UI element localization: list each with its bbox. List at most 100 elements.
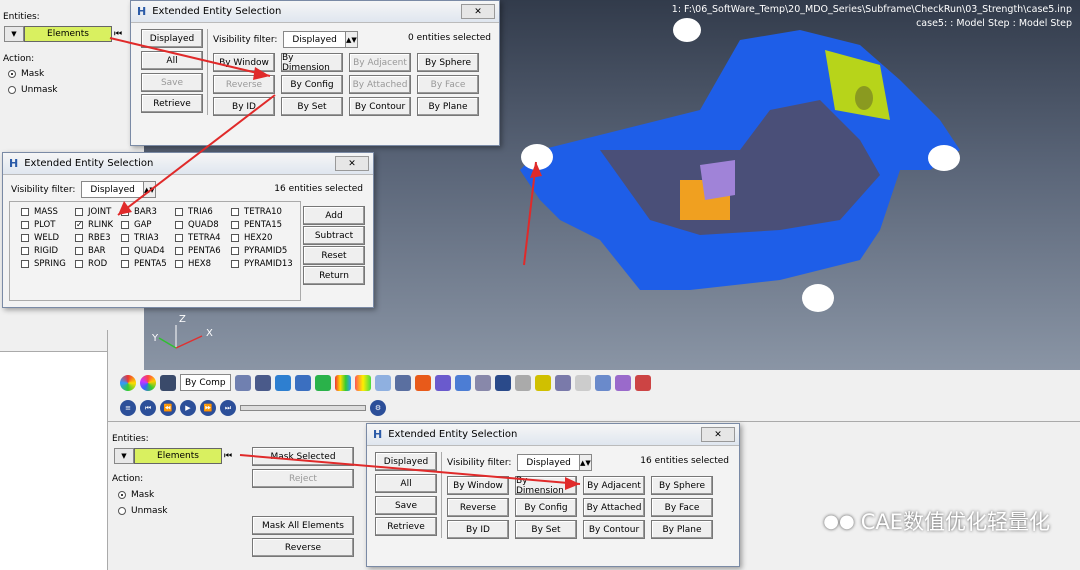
play-button[interactable]: ▶: [180, 400, 196, 416]
by-face-button[interactable]: By Face: [417, 75, 479, 94]
query-icon[interactable]: [434, 374, 451, 391]
box-icon[interactable]: [394, 374, 411, 391]
by-dimension-button[interactable]: By Dimension: [281, 53, 343, 73]
reverse-button[interactable]: Reverse: [252, 538, 354, 557]
measure-icon[interactable]: [454, 374, 471, 391]
all-button[interactable]: All: [141, 51, 203, 70]
mesh-icon[interactable]: [234, 374, 251, 391]
visibility-combo[interactable]: Displayed ▲▼: [283, 31, 358, 48]
mask-radio[interactable]: Mask: [118, 490, 154, 500]
reject-button[interactable]: Reject: [252, 469, 354, 488]
by-contour-button[interactable]: By Contour: [349, 97, 411, 116]
by-attached-button[interactable]: By Attached: [583, 498, 645, 517]
displayed-button[interactable]: Displayed: [141, 29, 203, 48]
last-frame-button[interactable]: ⏭: [220, 400, 236, 416]
checkbox-penta6[interactable]: PENTA6: [175, 246, 221, 256]
subtract-button[interactable]: Subtract: [303, 226, 365, 245]
add-button[interactable]: Add: [303, 206, 365, 225]
retrieve-button[interactable]: Retrieve: [141, 94, 203, 113]
visibility-combo[interactable]: Displayed ▲▼: [81, 181, 156, 198]
fast-forward-button[interactable]: ⏩: [200, 400, 216, 416]
checkbox-bar3[interactable]: BAR3: [121, 207, 157, 217]
by-set-button[interactable]: By Set: [515, 520, 577, 539]
by-config-button[interactable]: By Config: [281, 75, 343, 94]
checkbox-mass[interactable]: MASS: [21, 207, 58, 217]
by-adjacent-button[interactable]: By Adjacent: [349, 53, 411, 72]
checkbox-hex8[interactable]: HEX8: [175, 259, 211, 269]
checkbox-hex20[interactable]: HEX20: [231, 233, 272, 243]
by-config-button[interactable]: By Config: [515, 498, 577, 517]
entity-dropdown-button[interactable]: ▼: [114, 448, 134, 464]
return-button[interactable]: Return: [303, 266, 365, 285]
green-blocks-icon[interactable]: [314, 374, 331, 391]
curve-icon[interactable]: [534, 374, 551, 391]
by-sphere-button[interactable]: By Sphere: [651, 476, 713, 495]
checkbox-rlink[interactable]: ✓ RLINK: [75, 220, 113, 230]
checkbox-pyramid5[interactable]: PYRAMID5: [231, 246, 287, 256]
mask-all-button[interactable]: Mask All Elements: [252, 516, 354, 535]
frame-slider[interactable]: [240, 405, 366, 411]
reset-icon[interactable]: ⏮: [114, 29, 126, 39]
entity-type-selector[interactable]: Elements: [134, 448, 222, 464]
cut-icon[interactable]: [554, 374, 571, 391]
retrieve-button[interactable]: Retrieve: [375, 517, 437, 536]
by-plane-button[interactable]: By Plane: [417, 97, 479, 116]
by-adjacent-button[interactable]: By Adjacent: [583, 476, 645, 495]
checkbox-weld[interactable]: WELD: [21, 233, 59, 243]
reverse-button[interactable]: Reverse: [213, 75, 275, 94]
checkbox-pyramid13[interactable]: PYRAMID13: [231, 259, 293, 269]
by-plane-button[interactable]: By Plane: [651, 520, 713, 539]
checkbox-rod[interactable]: ROD: [75, 259, 107, 269]
checkbox-penta5[interactable]: PENTA5: [121, 259, 167, 269]
reset-button[interactable]: Reset: [303, 246, 365, 265]
checkbox-rbe3[interactable]: RBE3: [75, 233, 111, 243]
note-icon[interactable]: [494, 374, 511, 391]
first-frame-button[interactable]: ⏮: [140, 400, 156, 416]
checkbox-tetra10[interactable]: TETRA10: [231, 207, 282, 217]
checkbox-quad4[interactable]: QUAD4: [121, 246, 165, 256]
plane-icon[interactable]: [374, 374, 391, 391]
by-set-button[interactable]: By Set: [281, 97, 343, 116]
graph-icon[interactable]: [634, 374, 651, 391]
checkbox-quad8[interactable]: QUAD8: [175, 220, 219, 230]
move-icon[interactable]: [514, 374, 531, 391]
cube-icon[interactable]: [254, 374, 271, 391]
entity-dropdown-button[interactable]: ▼: [4, 26, 24, 42]
entity-type-selector[interactable]: Elements: [24, 26, 112, 42]
checkbox-penta15[interactable]: PENTA15: [231, 220, 282, 230]
close-button[interactable]: ✕: [461, 4, 495, 19]
by-attached-button[interactable]: By Attached: [349, 75, 411, 94]
component-icon[interactable]: [160, 374, 176, 391]
comment-icon[interactable]: [574, 374, 591, 391]
by-dimension-button[interactable]: By Dimension: [515, 476, 577, 496]
visibility-combo[interactable]: Displayed ▲▼: [517, 454, 592, 471]
tools-icon[interactable]: [474, 374, 491, 391]
checkbox-tria3[interactable]: TRIA3: [121, 233, 159, 243]
legend-icon[interactable]: [334, 374, 351, 391]
checkbox-bar[interactable]: BAR: [75, 246, 106, 256]
solid-icon[interactable]: [274, 374, 291, 391]
by-comp-selector[interactable]: By Comp: [180, 374, 231, 391]
unmask-radio[interactable]: Unmask: [118, 506, 167, 516]
section-icon[interactable]: [294, 374, 311, 391]
checkbox-rigid[interactable]: RIGID: [21, 246, 58, 256]
reset-icon[interactable]: ⏮: [224, 451, 236, 461]
bars-icon[interactable]: [354, 374, 371, 391]
settings-gear-icon[interactable]: ⚙: [370, 400, 386, 416]
all-button[interactable]: All: [375, 474, 437, 493]
by-contour-button[interactable]: By Contour: [583, 520, 645, 539]
hand-icon[interactable]: [414, 374, 431, 391]
checkbox-spring[interactable]: SPRING: [21, 259, 66, 269]
save-button[interactable]: Save: [141, 73, 203, 92]
close-button[interactable]: ✕: [701, 427, 735, 442]
checkbox-tetra4[interactable]: TETRA4: [175, 233, 221, 243]
close-button[interactable]: ✕: [335, 156, 369, 171]
unmask-radio[interactable]: Unmask: [8, 85, 57, 95]
mask-radio[interactable]: Mask: [8, 69, 44, 79]
slope-icon[interactable]: [594, 374, 611, 391]
by-window-button[interactable]: By Window: [447, 476, 509, 495]
animation-mode-icon[interactable]: ≡: [120, 400, 136, 416]
rewind-button[interactable]: ⏪: [160, 400, 176, 416]
path-icon[interactable]: [614, 374, 631, 391]
color-icon[interactable]: [140, 374, 156, 391]
